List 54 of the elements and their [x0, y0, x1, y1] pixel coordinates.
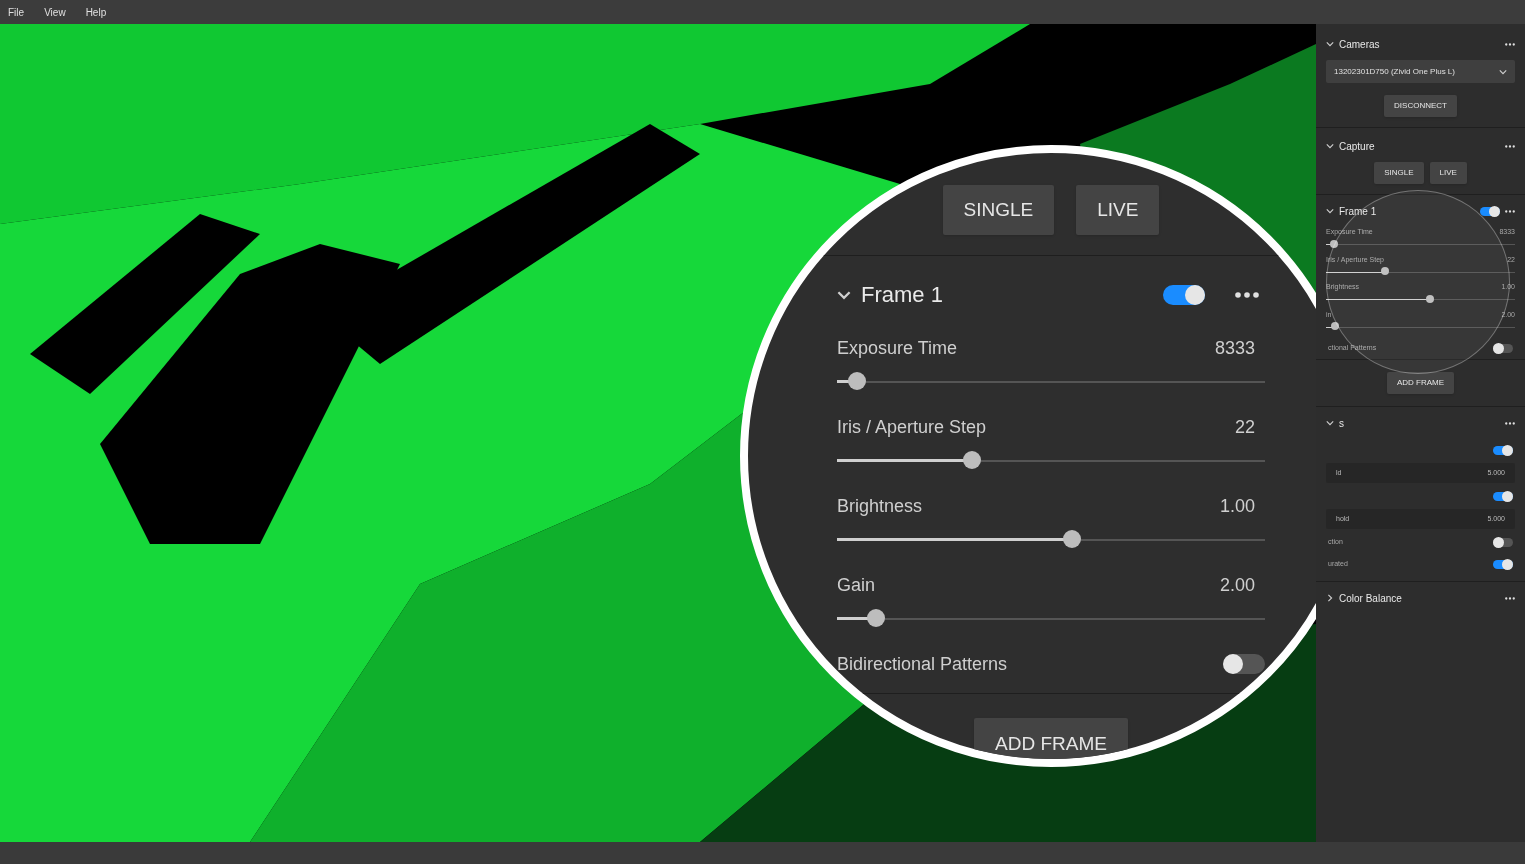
button[interactable]: DISCONNECT [1384, 95, 1457, 117]
menu-item[interactable]: File [8, 4, 25, 20]
slider-value: 2.00 [1219, 574, 1255, 597]
more-options-icon[interactable] [1235, 291, 1259, 298]
slider-label: Exposure Time [837, 337, 958, 360]
slider-label: Gain [837, 574, 876, 597]
chevron-down-icon[interactable] [1326, 419, 1334, 427]
toggle-switch[interactable] [1493, 343, 1513, 353]
toggle-switch[interactable] [1480, 206, 1500, 216]
button[interactable]: LIVE [1429, 162, 1467, 184]
section-title: Frame 1 [861, 281, 943, 309]
toggle-switch[interactable] [1493, 491, 1513, 501]
slider-value: 1.00 [1219, 495, 1255, 518]
toggle-switch[interactable] [1163, 284, 1205, 305]
toggle-label: Bidirectional Patterns [837, 652, 1008, 676]
slider-label: Brightness [837, 495, 923, 518]
more-options-icon[interactable] [1505, 209, 1515, 213]
chevron-down-icon[interactable] [1326, 207, 1334, 215]
button[interactable]: ADD FRAME [974, 718, 1128, 759]
chevron-right-icon[interactable] [1326, 594, 1334, 602]
toggle-switch[interactable] [1223, 654, 1265, 674]
slider-value: 22 [1234, 416, 1255, 439]
section-title: Frame 1 [1339, 204, 1377, 219]
section-title: Cameras [1339, 37, 1380, 52]
chevron-down-icon[interactable] [1499, 67, 1507, 76]
more-options-icon[interactable] [1505, 421, 1515, 425]
button[interactable]: ADD FRAME [1386, 372, 1455, 394]
button[interactable]: LIVE [1076, 185, 1160, 235]
slider-value: 8333 [1214, 337, 1255, 360]
section-title: Capture [1339, 139, 1375, 154]
button[interactable]: SINGLE [942, 185, 1055, 235]
slider-thumb[interactable] [1331, 322, 1340, 330]
camera-dropdown[interactable]: 13202301D750 (Zivid One Plus L) [1326, 60, 1515, 83]
slider-thumb[interactable] [1425, 294, 1434, 303]
slider-label: Iris / Aperture Step [837, 416, 987, 439]
chevron-down-icon[interactable] [1326, 142, 1334, 150]
slider-thumb[interactable] [962, 451, 981, 469]
more-options-icon[interactable] [1505, 144, 1515, 148]
menu-item[interactable]: View [44, 4, 66, 20]
slider-thumb[interactable] [848, 372, 867, 390]
more-options-icon[interactable] [1505, 42, 1515, 46]
chevron-down-icon[interactable] [1326, 40, 1334, 48]
button[interactable]: SINGLE [1374, 162, 1424, 184]
section-title: Color Balance [1339, 591, 1402, 606]
section-title: s [1339, 416, 1344, 431]
toggle-switch[interactable] [1493, 445, 1513, 455]
toggle-switch[interactable] [1493, 537, 1513, 547]
slider-thumb[interactable] [866, 609, 885, 627]
more-options-icon[interactable] [1505, 596, 1515, 600]
toggle-switch[interactable] [1493, 559, 1513, 569]
menu-item[interactable]: Help [85, 4, 107, 20]
slider-thumb[interactable] [1380, 267, 1389, 275]
slider-thumb[interactable] [1063, 530, 1082, 548]
slider-thumb[interactable] [1329, 239, 1338, 248]
